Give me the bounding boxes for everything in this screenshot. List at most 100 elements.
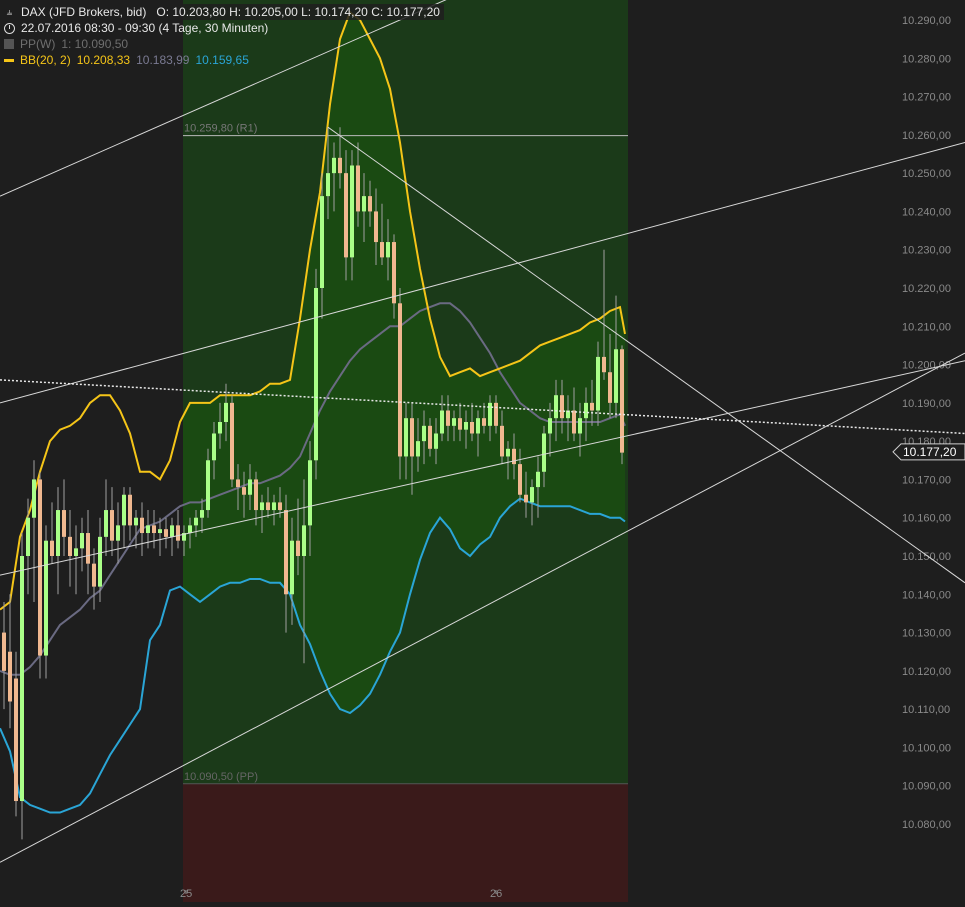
candle-body	[518, 464, 522, 495]
candle-body	[104, 510, 108, 537]
candle-body	[440, 410, 444, 434]
candle-body	[200, 510, 204, 518]
pp-label: PP(W)	[20, 37, 56, 51]
candle-body	[548, 418, 552, 434]
candle-body	[392, 242, 396, 304]
pp-level-label: 10.090,50 (PP)	[184, 771, 258, 783]
r1-level-label: 10.259,80 (R1)	[184, 123, 257, 135]
candle-body	[212, 433, 216, 461]
candle-body	[506, 448, 510, 457]
y-tick-label: 10.230,00	[902, 245, 951, 257]
y-tick-label: 10.090,00	[902, 781, 951, 793]
candle-body	[44, 540, 48, 656]
candle-body	[554, 395, 558, 419]
candle-body	[140, 517, 144, 534]
x-tick-label: 26	[490, 888, 502, 900]
candle-body	[320, 196, 324, 288]
candle-body	[410, 418, 414, 457]
candle-body	[374, 211, 378, 243]
candle-body	[218, 422, 222, 434]
candle-body	[530, 487, 534, 503]
legend-time-row: 22.07.2016 08:30 - 09:30 (4 Tage, 30 Min…	[4, 20, 444, 36]
candle-body	[110, 510, 114, 541]
candle-body	[542, 433, 546, 472]
candle-body	[482, 418, 486, 426]
y-tick-label: 10.240,00	[902, 206, 951, 218]
candle-body	[242, 487, 246, 495]
candle-body	[290, 540, 294, 595]
candle-body	[536, 471, 540, 488]
chart-root: 10.080,00 10.090,00 10.100,00 10.110,00 10.1…	[0, 0, 965, 902]
candle-body	[356, 165, 360, 212]
y-tick-label: 10.140,00	[902, 589, 951, 601]
pivot-visibility-icon[interactable]	[4, 39, 14, 49]
ohlc-readout: O: 10.203,80 H: 10.205,00 L: 10.174,20 C…	[152, 4, 444, 20]
bb-lower-value: 10.159,65	[195, 53, 249, 67]
candle-body	[254, 479, 258, 511]
candle-body	[476, 418, 480, 434]
chart-canvas[interactable]: 10.080,00 10.090,00 10.100,00 10.110,00 10.1…	[0, 0, 965, 902]
candle-body	[458, 418, 462, 430]
candle-body	[464, 422, 468, 430]
candle-body	[470, 422, 474, 434]
candle-body	[350, 165, 354, 258]
y-tick-label: 10.220,00	[902, 283, 951, 295]
y-tick-label: 10.100,00	[902, 742, 951, 754]
legend-pp-row[interactable]: PP(W) 1: 10.090,50	[4, 36, 444, 52]
candle-body	[578, 418, 582, 434]
candle-body	[224, 402, 228, 422]
y-tick-label: 10.080,00	[902, 819, 951, 831]
candle-body	[512, 448, 516, 465]
candle-body	[38, 479, 42, 656]
candle-body	[284, 510, 288, 595]
candle-body	[26, 517, 30, 556]
y-tick-label: 10.170,00	[902, 474, 951, 486]
y-tick-label: 10.120,00	[902, 666, 951, 678]
candle-body	[572, 410, 576, 434]
candle-body	[92, 563, 96, 587]
clock-icon	[4, 22, 15, 34]
bb-label: BB(20, 2)	[20, 53, 71, 67]
candle-body	[68, 536, 72, 556]
chart-type-icon[interactable]: ⫨	[4, 7, 15, 18]
candle-body	[422, 425, 426, 442]
time-range: 22.07.2016 08:30 - 09:30 (4 Tage, 30 Min…	[21, 21, 269, 35]
candle-body	[188, 525, 192, 534]
candle-body	[446, 410, 450, 426]
candle-body	[20, 556, 24, 802]
legend-bb-row[interactable]: BB(20, 2) 10.208,33 10.183,99 10.159,65	[4, 52, 444, 68]
candle-body	[332, 157, 336, 174]
candle-body	[452, 418, 456, 426]
candle-body	[428, 425, 432, 449]
bb-upper-value: 10.208,33	[76, 53, 131, 67]
bb-line-icon	[4, 58, 14, 62]
candle-body	[164, 529, 168, 537]
y-tick-label: 10.210,00	[902, 321, 951, 333]
candle-body	[398, 303, 402, 457]
candle-body	[194, 517, 198, 526]
candle-body	[230, 402, 234, 480]
candle-body	[494, 402, 498, 426]
candle-body	[380, 242, 384, 258]
symbol-title: DAX (JFD Brokers, bid)	[21, 5, 147, 19]
y-tick-label: 10.280,00	[902, 53, 951, 65]
candle-body	[98, 536, 102, 587]
pp-value: 1: 10.090,50	[61, 37, 129, 51]
candle-body	[8, 651, 12, 702]
candle-body	[176, 525, 180, 541]
candle-body	[152, 525, 156, 534]
candle-body	[362, 196, 366, 212]
candle-body	[500, 425, 504, 457]
candle-body	[614, 349, 618, 403]
candle-body	[134, 517, 138, 526]
candle-body	[260, 502, 264, 511]
session-red-zone	[183, 783, 628, 902]
candle-body	[236, 479, 240, 488]
candle-body	[344, 173, 348, 258]
y-tick-label: 10.270,00	[902, 92, 951, 104]
candle-body	[74, 548, 78, 556]
x-tick-label: 25	[180, 888, 192, 900]
candle-body	[416, 441, 420, 457]
candle-body	[434, 433, 438, 449]
candle-body	[14, 678, 18, 802]
